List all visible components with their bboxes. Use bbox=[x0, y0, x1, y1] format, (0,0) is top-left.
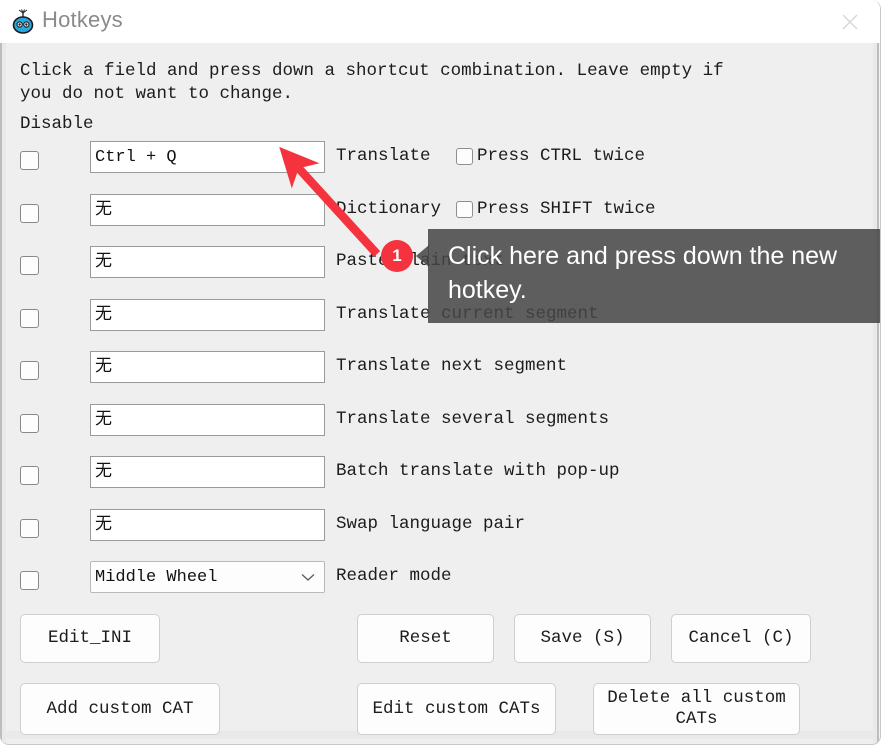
close-button[interactable] bbox=[825, 4, 875, 40]
reader-mode-select[interactable]: Middle Wheel bbox=[90, 561, 325, 593]
hotkey-input-batch-translate[interactable]: 无 bbox=[90, 456, 325, 488]
disable-checkbox-translate-next-segment[interactable] bbox=[20, 361, 39, 380]
cancel-button[interactable]: Cancel (C) bbox=[671, 614, 811, 663]
disable-checkbox-dictionary[interactable] bbox=[20, 203, 39, 223]
add-custom-cat-button[interactable]: Add custom CAT bbox=[20, 683, 220, 735]
disable-checkbox-reader-mode[interactable] bbox=[20, 571, 39, 590]
disable-checkbox-paste-plain-text[interactable] bbox=[20, 256, 39, 275]
hotkey-row-reader-mode: Middle Wheel Reader mode bbox=[0, 559, 880, 612]
delete-all-custom-cats-button[interactable]: Delete all custom CATs bbox=[593, 683, 800, 735]
hotkey-label-dictionary: Dictionary bbox=[336, 198, 442, 219]
hotkey-input-paste-plain-text[interactable]: 无 bbox=[90, 246, 325, 278]
press-shift-twice-checkbox[interactable] bbox=[456, 200, 473, 218]
instructions-text: Click a field and press down a shortcut … bbox=[20, 61, 724, 104]
hotkey-row-translate-several-segments: 无 Translate several segments bbox=[0, 402, 880, 455]
hotkey-label-reader-mode: Reader mode bbox=[336, 566, 452, 586]
hotkey-row-swap-language-pair: 无 Swap language pair bbox=[0, 507, 880, 560]
reset-button[interactable]: Reset bbox=[357, 614, 494, 663]
press-ctrl-twice-checkbox[interactable] bbox=[456, 148, 473, 165]
hotkey-input-translate[interactable]: Ctrl + Q bbox=[90, 141, 325, 173]
hotkey-label-translate-next-segment: Translate next segment bbox=[336, 356, 568, 376]
hotkey-input-translate-several-segments[interactable]: 无 bbox=[90, 403, 325, 436]
edit-custom-cats-button[interactable]: Edit custom CATs bbox=[357, 683, 556, 735]
hotkey-label-translate: Translate bbox=[336, 146, 431, 166]
disable-checkbox-batch-translate[interactable] bbox=[20, 466, 39, 485]
instruction-tooltip: Click here and press down the new hotkey… bbox=[428, 229, 880, 323]
hotkey-row-translate-next-segment: 无 Translate next segment bbox=[0, 349, 880, 402]
hotkey-input-dictionary[interactable]: 无 bbox=[90, 193, 325, 226]
hotkeys-dialog: Hotkeys Click a field and press down a s… bbox=[0, 0, 881, 745]
close-icon bbox=[840, 12, 860, 32]
hotkey-label-batch-translate: Batch translate with pop-up bbox=[336, 461, 620, 481]
step-badge-1: 1 bbox=[381, 240, 413, 272]
window-title: Hotkeys bbox=[42, 7, 123, 32]
disable-column-header: Disable bbox=[20, 114, 94, 134]
reader-mode-selected-value: Middle Wheel bbox=[95, 568, 218, 587]
hotkey-row-batch-translate: 无 Batch translate with pop-up bbox=[0, 454, 880, 507]
disable-checkbox-translate[interactable] bbox=[20, 151, 39, 170]
hotkey-label-swap-language-pair: Swap language pair bbox=[336, 513, 526, 534]
hotkey-row-translate: Ctrl + Q Translate Press CTRL twice bbox=[0, 139, 880, 192]
hotkey-input-swap-language-pair[interactable]: 无 bbox=[90, 508, 325, 541]
chevron-down-icon bbox=[301, 562, 315, 592]
hotkey-input-translate-current-segment[interactable]: 无 bbox=[90, 298, 325, 331]
hotkey-label-translate-several-segments: Translate several segments bbox=[336, 408, 610, 429]
edit-ini-button[interactable]: Edit_INI bbox=[20, 614, 160, 663]
title-bar: Hotkeys bbox=[0, 0, 880, 43]
disable-checkbox-swap-language-pair[interactable] bbox=[20, 518, 39, 538]
disable-checkbox-translate-current-segment[interactable] bbox=[20, 308, 39, 328]
disable-checkbox-translate-several-segments[interactable] bbox=[20, 413, 39, 433]
hotkey-input-translate-next-segment[interactable]: 无 bbox=[90, 351, 325, 383]
press-shift-twice-label: Press SHIFT twice bbox=[477, 198, 656, 219]
press-ctrl-twice-label: Press CTRL twice bbox=[477, 146, 646, 166]
save-button[interactable]: Save (S) bbox=[514, 614, 651, 663]
robot-head-icon bbox=[10, 9, 36, 35]
